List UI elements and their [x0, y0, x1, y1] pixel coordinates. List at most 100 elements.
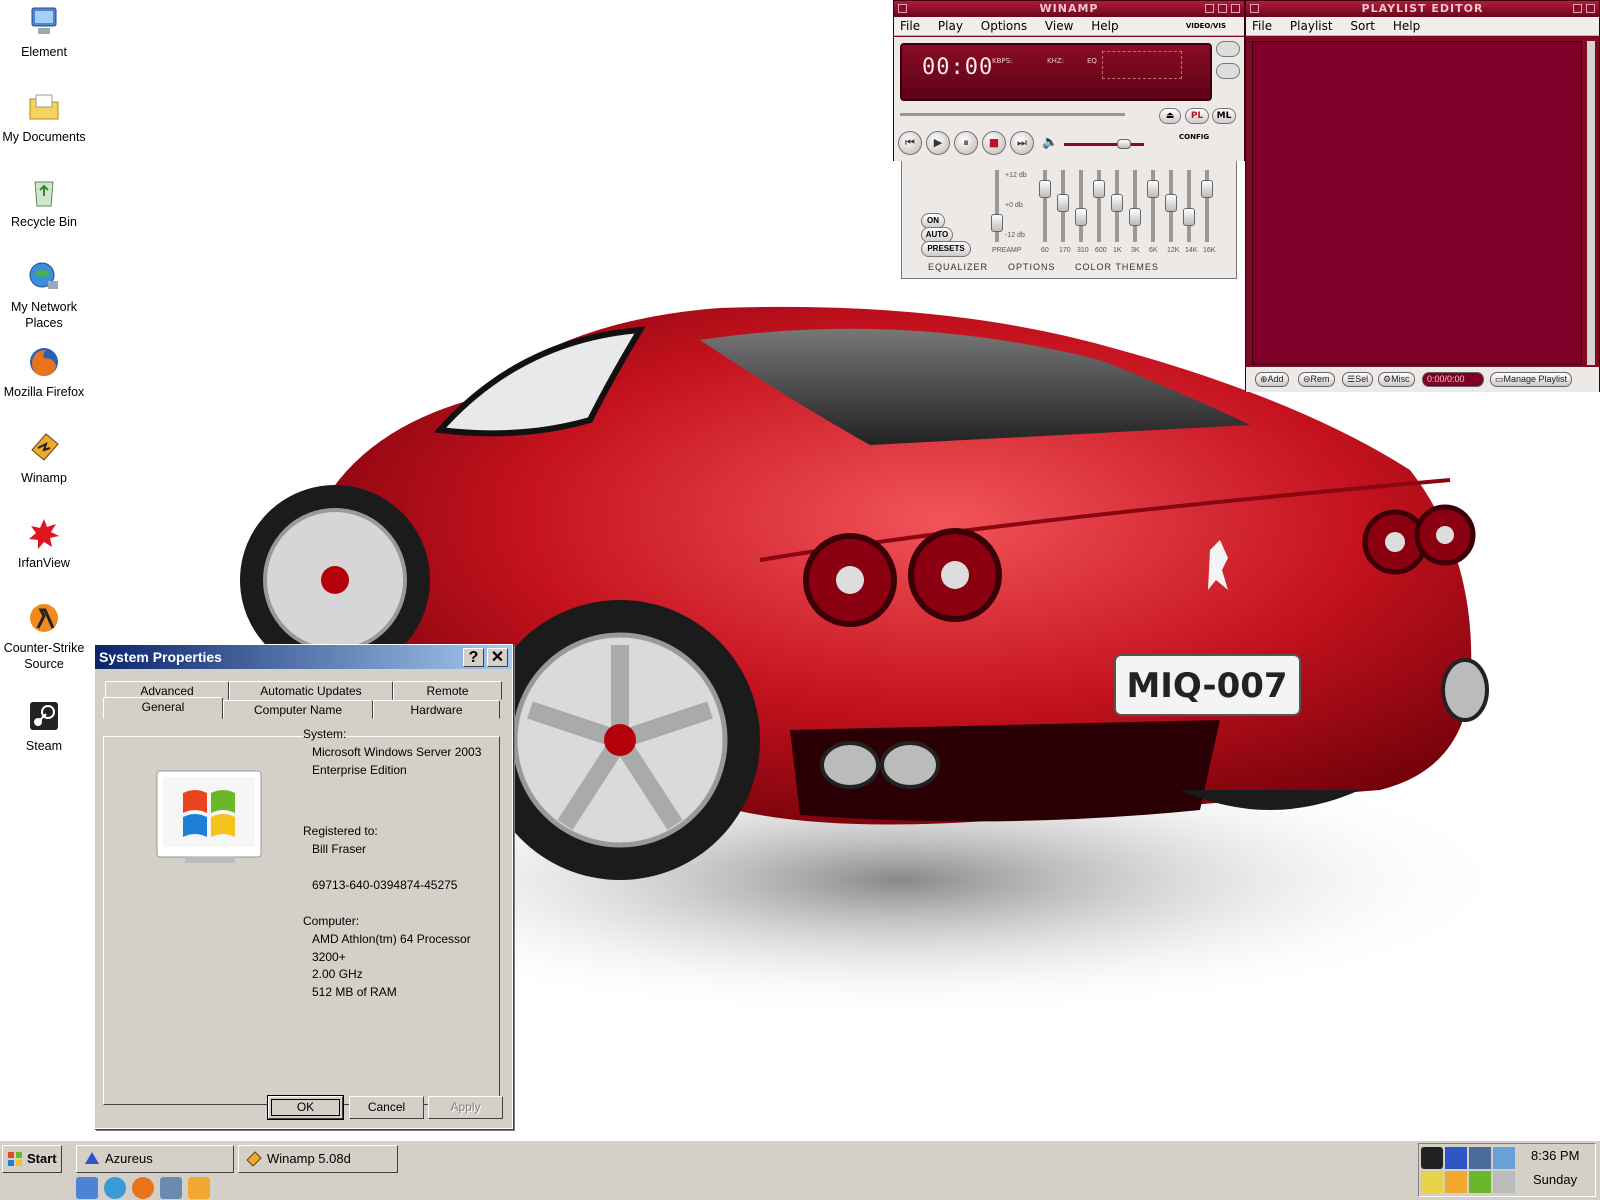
play-button[interactable]: ▶	[926, 131, 950, 155]
playlist-shade-icon[interactable]	[1573, 4, 1582, 13]
tab-computer-name[interactable]: Computer Name	[223, 700, 373, 719]
nvidia-tray-icon[interactable]	[1469, 1171, 1491, 1193]
desktop-icon-mozilla-firefox[interactable]: Mozilla Firefox	[0, 344, 88, 400]
winamp-menu-file[interactable]: File	[900, 19, 920, 33]
khz-label: KHZ:	[1047, 57, 1065, 65]
playlist-menu-file[interactable]: File	[1252, 19, 1272, 33]
winamp-shade-icon[interactable]	[1218, 4, 1227, 13]
show-desktop-icon[interactable]	[76, 1177, 98, 1199]
tab-remote[interactable]: Remote	[393, 681, 502, 700]
volume-knob[interactable]	[1117, 139, 1131, 149]
playlist-menu-icon[interactable]	[1250, 4, 1259, 13]
tab-automatic-updates[interactable]: Automatic Updates	[229, 681, 393, 700]
playlist-titlebar[interactable]: PLAYLIST EDITOR	[1246, 1, 1599, 17]
azureus-tray-icon[interactable]	[1445, 1147, 1467, 1169]
winamp-menu-options[interactable]: Options	[981, 19, 1027, 33]
next-button[interactable]: ⏭	[1010, 131, 1034, 155]
winamp-menu-icon[interactable]	[898, 4, 907, 13]
eq-band-slider[interactable]	[1075, 170, 1087, 242]
playlist-track-list[interactable]	[1252, 41, 1582, 365]
eq-band-slider[interactable]	[1093, 170, 1105, 242]
recycle-bin-icon	[34, 181, 54, 207]
config-label[interactable]: CONFIG	[1179, 133, 1209, 141]
apply-button[interactable]: Apply	[428, 1096, 503, 1119]
eq-band-slider[interactable]	[1201, 170, 1213, 242]
winamp-tray-icon[interactable]	[1445, 1171, 1467, 1193]
playlist-remove-button[interactable]: ⊖Rem	[1298, 372, 1335, 387]
playlist-scrollbar[interactable]	[1587, 41, 1595, 365]
network-disconnected-icon[interactable]	[1469, 1147, 1491, 1169]
eq-band-slider[interactable]	[1039, 170, 1051, 242]
playback-time[interactable]: 00:00	[922, 55, 993, 80]
firefox-icon[interactable]	[132, 1177, 154, 1199]
pause-button[interactable]: ⏸	[954, 131, 978, 155]
playlist-close-icon[interactable]	[1586, 4, 1595, 13]
steam-tray-icon[interactable]	[1421, 1147, 1443, 1169]
task-label: Winamp 5.08d	[267, 1151, 351, 1166]
network-icon[interactable]	[160, 1177, 182, 1199]
help-button[interactable]: ?	[463, 648, 484, 667]
network-connection-icon[interactable]	[1493, 1147, 1515, 1169]
winamp-close-icon[interactable]	[1231, 4, 1240, 13]
eq-band-slider[interactable]	[1165, 170, 1177, 242]
winamp-menu-play[interactable]: Play	[938, 19, 963, 33]
winamp-minimize-icon[interactable]	[1205, 4, 1214, 13]
eq-tab-equalizer[interactable]: EQUALIZER	[928, 262, 988, 272]
desktop-icon-steam[interactable]: Steam	[0, 698, 88, 754]
playlist-menu-help[interactable]: Help	[1393, 19, 1420, 33]
playlist-misc-button[interactable]: ⚙Misc	[1378, 372, 1415, 387]
eject-button[interactable]: ⏏	[1159, 108, 1181, 124]
winamp-menu-view[interactable]: View	[1045, 19, 1073, 33]
winamp-bolt-icon[interactable]	[188, 1177, 210, 1199]
spectrum-visualizer[interactable]	[1102, 51, 1182, 79]
close-button[interactable]: ✕	[487, 648, 508, 667]
start-button[interactable]: Start	[2, 1145, 62, 1173]
playlist-select-button[interactable]: ☰Sel	[1342, 372, 1374, 387]
desktop-icon-element[interactable]: Element	[0, 4, 88, 60]
internet-explorer-icon[interactable]	[104, 1177, 126, 1199]
monitor-tray-icon[interactable]	[1493, 1171, 1515, 1193]
clock-day[interactable]: Sunday	[1533, 1172, 1577, 1187]
dialog-titlebar[interactable]: System Properties ? ✕	[95, 645, 512, 669]
eq-presets-button[interactable]: PRESETS	[921, 241, 971, 257]
playlist-add-button[interactable]: ⊕Add	[1255, 372, 1289, 387]
cancel-button[interactable]: Cancel	[349, 1096, 424, 1119]
eq-tab-color-themes[interactable]: COLOR THEMES	[1075, 262, 1159, 272]
volume-slider[interactable]	[1064, 139, 1144, 149]
video-vis-label[interactable]: VIDEO/VIS	[1186, 17, 1226, 36]
ok-button[interactable]: OK	[268, 1096, 343, 1119]
playlist-toggle-button[interactable]: PL	[1185, 108, 1209, 124]
eq-band-slider[interactable]	[1129, 170, 1141, 242]
task-azureus[interactable]: Azureus	[76, 1145, 234, 1173]
winamp-titlebar[interactable]: WINAMP	[894, 1, 1244, 17]
desktop-icon-my-documents[interactable]: My Documents	[0, 89, 88, 145]
eq-band-slider[interactable]	[1183, 170, 1195, 242]
clock-time[interactable]: 8:36 PM	[1531, 1148, 1579, 1163]
eq-band-label: 14K	[1185, 247, 1198, 254]
winamp-bolt-icon	[31, 433, 59, 461]
seek-bar[interactable]	[900, 113, 1125, 116]
eq-tab-options[interactable]: OPTIONS	[1008, 262, 1056, 272]
eq-band-slider[interactable]	[1147, 170, 1159, 242]
desktop-icon-my-network-places[interactable]: My Network Places	[0, 259, 88, 331]
playlist-menu-playlist[interactable]: Playlist	[1290, 19, 1333, 33]
keyboard-tray-icon[interactable]	[1421, 1171, 1443, 1193]
eq-band-slider[interactable]	[1111, 170, 1123, 242]
winamp-menu-help[interactable]: Help	[1091, 19, 1118, 33]
desktop-icon-counter-strike-source[interactable]: Counter-Strike Source	[0, 600, 88, 672]
shuffle-toggle-icon[interactable]	[1216, 63, 1240, 79]
eq-band-slider[interactable]	[1057, 170, 1069, 242]
stop-button[interactable]: ■	[982, 131, 1006, 155]
repeat-toggle-icon[interactable]	[1216, 41, 1240, 57]
previous-button[interactable]: ⏮	[898, 131, 922, 155]
desktop-icon-irfanview[interactable]: IrfanView	[0, 515, 88, 571]
eq-preamp-slider[interactable]	[991, 170, 1003, 242]
tab-general[interactable]: General	[103, 697, 223, 719]
desktop-icon-recycle-bin[interactable]: Recycle Bin	[0, 174, 88, 230]
task-winamp[interactable]: Winamp 5.08d	[238, 1145, 398, 1173]
desktop-icon-winamp[interactable]: Winamp	[0, 430, 88, 486]
playlist-menu-sort[interactable]: Sort	[1350, 19, 1375, 33]
manage-playlist-button[interactable]: ▭Manage Playlist	[1490, 372, 1573, 387]
tab-hardware[interactable]: Hardware	[373, 700, 500, 719]
media-library-button[interactable]: ML	[1212, 108, 1236, 124]
